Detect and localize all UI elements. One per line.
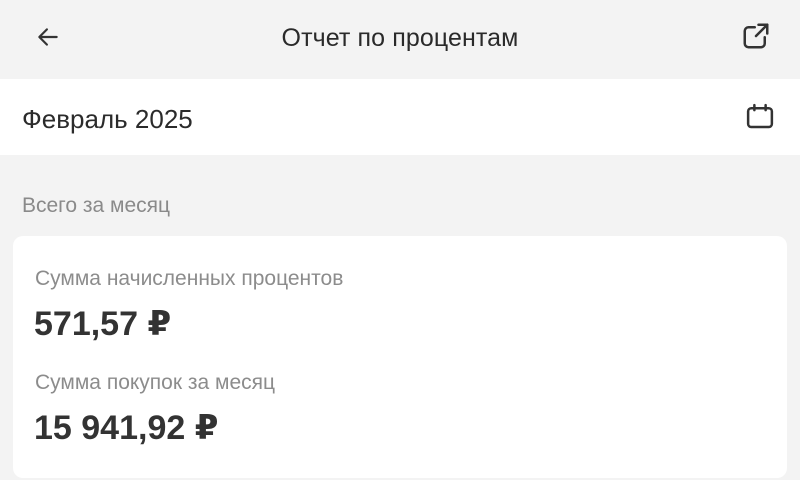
summary-card: Сумма начисленных процентов 571,57 ₽ Сум… bbox=[13, 236, 787, 478]
accrued-interest-value: 571,57 ₽ bbox=[34, 305, 172, 343]
accrued-interest-label: Сумма начисленных процентов bbox=[35, 267, 344, 290]
calendar-icon bbox=[746, 103, 774, 129]
open-external-button[interactable] bbox=[734, 14, 778, 58]
purchases-label: Сумма покупок за месяц bbox=[35, 371, 276, 394]
external-link-icon bbox=[743, 23, 769, 49]
top-app-bar: Отчет по процентам bbox=[0, 0, 800, 78]
section-title: Всего за месяц bbox=[22, 194, 171, 217]
page-title: Отчет по процентам bbox=[281, 24, 519, 52]
period-selector[interactable]: Февраль 2025 bbox=[0, 79, 800, 155]
purchases-value: 15 941,92 ₽ bbox=[34, 409, 219, 447]
period-label: Февраль 2025 bbox=[22, 104, 193, 134]
calendar-button[interactable] bbox=[738, 95, 782, 139]
